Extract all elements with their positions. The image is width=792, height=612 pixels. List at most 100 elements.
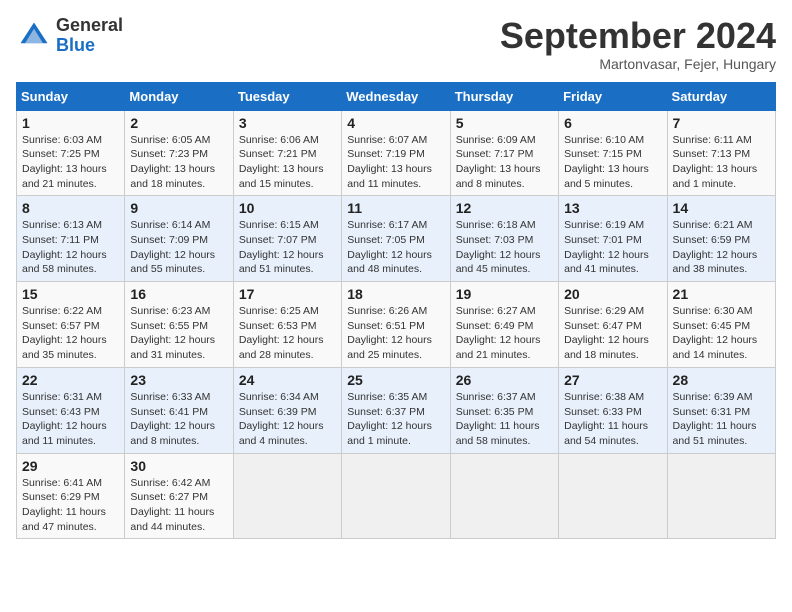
- list-item: 2 Sunrise: 6:05 AM Sunset: 7:23 PM Daylig…: [125, 110, 233, 196]
- day-info: Sunrise: 6:22 AM Sunset: 6:57 PM Dayligh…: [22, 304, 119, 363]
- list-item: 4 Sunrise: 6:07 AM Sunset: 7:19 PM Daylig…: [342, 110, 450, 196]
- list-item: [342, 453, 450, 539]
- list-item: 9 Sunrise: 6:14 AM Sunset: 7:09 PM Daylig…: [125, 196, 233, 282]
- list-item: 7 Sunrise: 6:11 AM Sunset: 7:13 PM Daylig…: [667, 110, 775, 196]
- page-header: General Blue September 2024 Martonvasar,…: [16, 16, 776, 72]
- list-item: 24Sunrise: 6:34 AM Sunset: 6:39 PM Dayli…: [233, 367, 341, 453]
- list-item: 22Sunrise: 6:31 AM Sunset: 6:43 PM Dayli…: [17, 367, 125, 453]
- table-row: 1 Sunrise: 6:03 AM Sunset: 7:25 PM Daylig…: [17, 110, 776, 196]
- day-info: Sunrise: 6:05 AM Sunset: 7:23 PM Dayligh…: [130, 133, 227, 192]
- day-number: 26: [456, 372, 553, 388]
- day-info: Sunrise: 6:26 AM Sunset: 6:51 PM Dayligh…: [347, 304, 444, 363]
- day-number: 14: [673, 200, 770, 216]
- logo-text: General Blue: [56, 16, 123, 56]
- day-info: Sunrise: 6:33 AM Sunset: 6:41 PM Dayligh…: [130, 390, 227, 449]
- day-number: 21: [673, 286, 770, 302]
- list-item: 23 Sunrise: 6:33 AM Sunset: 6:41 PM Dayli…: [125, 367, 233, 453]
- day-info: Sunrise: 6:42 AM Sunset: 6:27 PM Dayligh…: [130, 476, 227, 535]
- calendar-body: 1 Sunrise: 6:03 AM Sunset: 7:25 PM Daylig…: [17, 110, 776, 539]
- day-number: 28: [673, 372, 770, 388]
- day-info: Sunrise: 6:15 AM Sunset: 7:07 PM Dayligh…: [239, 218, 336, 277]
- list-item: 28Sunrise: 6:39 AM Sunset: 6:31 PM Dayli…: [667, 367, 775, 453]
- table-row: 15 Sunrise: 6:22 AM Sunset: 6:57 PM Dayli…: [17, 282, 776, 368]
- day-info: Sunrise: 6:30 AM Sunset: 6:45 PM Dayligh…: [673, 304, 770, 363]
- day-info: Sunrise: 6:06 AM Sunset: 7:21 PM Dayligh…: [239, 133, 336, 192]
- col-monday: Monday: [125, 82, 233, 110]
- list-item: 26 Sunrise: 6:37 AM Sunset: 6:35 PM Dayli…: [450, 367, 558, 453]
- day-number: 27: [564, 372, 661, 388]
- day-info: Sunrise: 6:17 AM Sunset: 7:05 PM Dayligh…: [347, 218, 444, 277]
- col-tuesday: Tuesday: [233, 82, 341, 110]
- day-number: 20: [564, 286, 661, 302]
- title-block: September 2024 Martonvasar, Fejer, Hunga…: [500, 16, 776, 72]
- list-item: [233, 453, 341, 539]
- col-thursday: Thursday: [450, 82, 558, 110]
- day-info: Sunrise: 6:07 AM Sunset: 7:19 PM Dayligh…: [347, 133, 444, 192]
- table-row: 8Sunrise: 6:13 AM Sunset: 7:11 PM Daylig…: [17, 196, 776, 282]
- list-item: 17 Sunrise: 6:25 AM Sunset: 6:53 PM Dayli…: [233, 282, 341, 368]
- day-number: 25: [347, 372, 444, 388]
- day-number: 9: [130, 200, 227, 216]
- list-item: 14Sunrise: 6:21 AM Sunset: 6:59 PM Dayli…: [667, 196, 775, 282]
- col-friday: Friday: [559, 82, 667, 110]
- day-number: 7: [673, 115, 770, 131]
- list-item: 11 Sunrise: 6:17 AM Sunset: 7:05 PM Dayli…: [342, 196, 450, 282]
- day-number: 18: [347, 286, 444, 302]
- col-saturday: Saturday: [667, 82, 775, 110]
- day-number: 10: [239, 200, 336, 216]
- day-number: 23: [130, 372, 227, 388]
- list-item: 27Sunrise: 6:38 AM Sunset: 6:33 PM Dayli…: [559, 367, 667, 453]
- list-item: [450, 453, 558, 539]
- day-number: 11: [347, 200, 444, 216]
- list-item: 25 Sunrise: 6:35 AM Sunset: 6:37 PM Dayli…: [342, 367, 450, 453]
- list-item: 10 Sunrise: 6:15 AM Sunset: 7:07 PM Dayli…: [233, 196, 341, 282]
- day-info: Sunrise: 6:29 AM Sunset: 6:47 PM Dayligh…: [564, 304, 661, 363]
- list-item: 18 Sunrise: 6:26 AM Sunset: 6:51 PM Dayli…: [342, 282, 450, 368]
- list-item: 8Sunrise: 6:13 AM Sunset: 7:11 PM Daylig…: [17, 196, 125, 282]
- day-info: Sunrise: 6:14 AM Sunset: 7:09 PM Dayligh…: [130, 218, 227, 277]
- day-number: 5: [456, 115, 553, 131]
- list-item: 30 Sunrise: 6:42 AM Sunset: 6:27 PM Dayli…: [125, 453, 233, 539]
- day-number: 1: [22, 115, 119, 131]
- list-item: 16 Sunrise: 6:23 AM Sunset: 6:55 PM Dayli…: [125, 282, 233, 368]
- list-item: 12 Sunrise: 6:18 AM Sunset: 7:03 PM Dayli…: [450, 196, 558, 282]
- day-info: Sunrise: 6:25 AM Sunset: 6:53 PM Dayligh…: [239, 304, 336, 363]
- day-number: 29: [22, 458, 119, 474]
- day-number: 16: [130, 286, 227, 302]
- day-number: 24: [239, 372, 336, 388]
- day-info: Sunrise: 6:23 AM Sunset: 6:55 PM Dayligh…: [130, 304, 227, 363]
- col-sunday: Sunday: [17, 82, 125, 110]
- day-info: Sunrise: 6:37 AM Sunset: 6:35 PM Dayligh…: [456, 390, 553, 449]
- list-item: 21 Sunrise: 6:30 AM Sunset: 6:45 PM Dayli…: [667, 282, 775, 368]
- day-number: 13: [564, 200, 661, 216]
- list-item: 15 Sunrise: 6:22 AM Sunset: 6:57 PM Dayli…: [17, 282, 125, 368]
- list-item: 13 Sunrise: 6:19 AM Sunset: 7:01 PM Dayli…: [559, 196, 667, 282]
- list-item: 6Sunrise: 6:10 AM Sunset: 7:15 PM Daylig…: [559, 110, 667, 196]
- day-info: Sunrise: 6:41 AM Sunset: 6:29 PM Dayligh…: [22, 476, 119, 535]
- day-number: 17: [239, 286, 336, 302]
- day-number: 2: [130, 115, 227, 131]
- day-info: Sunrise: 6:09 AM Sunset: 7:17 PM Dayligh…: [456, 133, 553, 192]
- day-info: Sunrise: 6:11 AM Sunset: 7:13 PM Dayligh…: [673, 133, 770, 192]
- day-info: Sunrise: 6:35 AM Sunset: 6:37 PM Dayligh…: [347, 390, 444, 449]
- day-number: 6: [564, 115, 661, 131]
- list-item: 29 Sunrise: 6:41 AM Sunset: 6:29 PM Dayli…: [17, 453, 125, 539]
- day-number: 12: [456, 200, 553, 216]
- table-row: 29 Sunrise: 6:41 AM Sunset: 6:29 PM Dayli…: [17, 453, 776, 539]
- list-item: 20 Sunrise: 6:29 AM Sunset: 6:47 PM Dayli…: [559, 282, 667, 368]
- day-info: Sunrise: 6:27 AM Sunset: 6:49 PM Dayligh…: [456, 304, 553, 363]
- list-item: 1 Sunrise: 6:03 AM Sunset: 7:25 PM Daylig…: [17, 110, 125, 196]
- month-title: September 2024: [500, 16, 776, 56]
- day-number: 19: [456, 286, 553, 302]
- day-info: Sunrise: 6:19 AM Sunset: 7:01 PM Dayligh…: [564, 218, 661, 277]
- list-item: 19 Sunrise: 6:27 AM Sunset: 6:49 PM Dayli…: [450, 282, 558, 368]
- day-number: 30: [130, 458, 227, 474]
- calendar-table: Sunday Monday Tuesday Wednesday Thursday…: [16, 82, 776, 540]
- col-wednesday: Wednesday: [342, 82, 450, 110]
- day-info: Sunrise: 6:18 AM Sunset: 7:03 PM Dayligh…: [456, 218, 553, 277]
- list-item: [667, 453, 775, 539]
- day-number: 4: [347, 115, 444, 131]
- day-number: 15: [22, 286, 119, 302]
- logo: General Blue: [16, 16, 123, 56]
- day-info: Sunrise: 6:03 AM Sunset: 7:25 PM Dayligh…: [22, 133, 119, 192]
